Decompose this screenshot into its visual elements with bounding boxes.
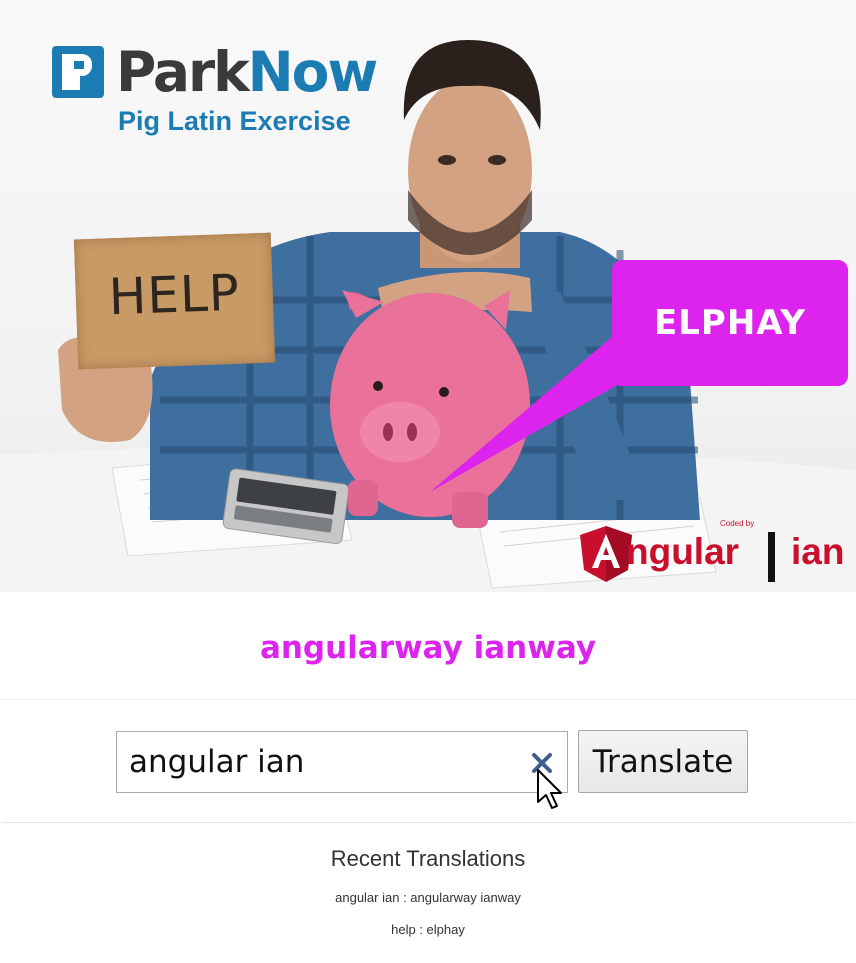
translate-button[interactable]: Translate <box>578 730 748 793</box>
brand-name: ParkNow <box>116 40 379 104</box>
ian-credit-text: ian <box>791 531 845 572</box>
brand-name-part2: Now <box>247 40 379 104</box>
coded-by-label: Coded by <box>720 519 755 528</box>
recent-translation-item: help : elphay <box>391 922 465 937</box>
mouse-pointer-icon <box>537 769 562 809</box>
phrase-input[interactable] <box>117 732 517 792</box>
recent-translations-panel: Recent Translations angular ian : angula… <box>2 824 854 963</box>
translation-result-panel: angularway ianway <box>2 596 854 700</box>
angular-credit-text: ngular <box>626 531 740 572</box>
angular-shield-icon <box>580 526 632 582</box>
hero-banner: ParkNow Pig Latin Exercise HELP ELPHAY C… <box>0 0 856 592</box>
speech-bubble-text: ELPHAY <box>654 303 806 343</box>
translate-form: Translate <box>2 701 854 823</box>
help-sign: HELP <box>73 232 276 370</box>
speech-bubble: ELPHAY <box>612 260 848 386</box>
phrase-input-wrapper <box>116 731 568 793</box>
parknow-p-icon <box>52 46 104 98</box>
help-sign-text: HELP <box>107 263 241 327</box>
translation-result: angularway ianway <box>259 629 597 666</box>
recent-translation-item: angular ian : angularway ianway <box>335 890 521 905</box>
brand-subtitle: Pig Latin Exercise <box>118 106 351 136</box>
credit-divider <box>768 532 775 582</box>
recent-translations-title: Recent Translations <box>330 846 526 871</box>
brand-name-part1: Park <box>116 40 250 104</box>
